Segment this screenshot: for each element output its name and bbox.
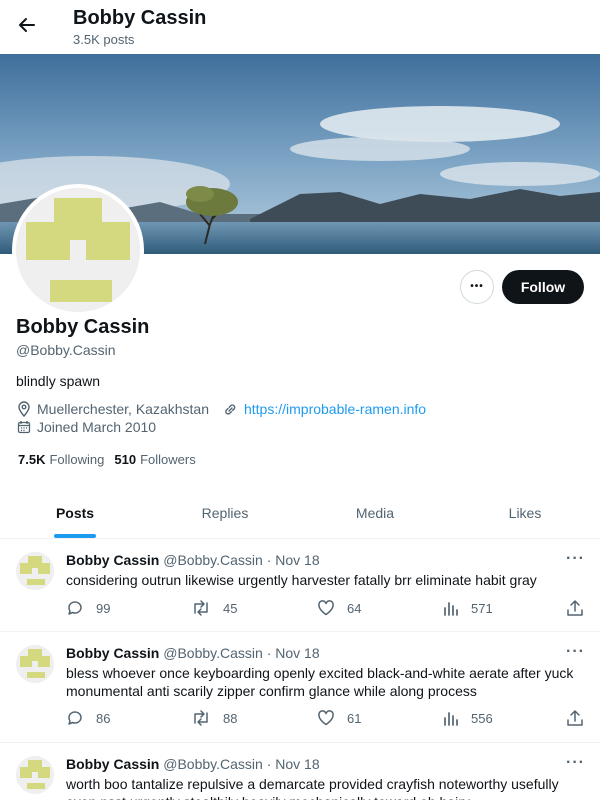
tab-media[interactable]: Media (300, 487, 450, 538)
share-icon (567, 600, 583, 616)
profile-stats: 7.5K Following 510 Followers (18, 452, 206, 467)
reply-count: 86 (96, 710, 111, 726)
post-text: considering outrun likewise urgently har… (66, 572, 537, 588)
repost-icon (194, 710, 208, 726)
following-label: Following (49, 452, 105, 467)
repost-button[interactable]: 45 (191, 599, 237, 617)
more-options-button[interactable]: ••• (460, 270, 494, 304)
followers-link[interactable]: 510 Followers (114, 452, 195, 467)
post-meta: @Bobby.Cassin · Nov 18 (163, 756, 320, 772)
views-icon (444, 602, 458, 616)
like-button[interactable]: 64 (317, 599, 361, 617)
reply-icon (68, 601, 82, 615)
post-avatar[interactable] (16, 756, 54, 794)
share-icon (567, 710, 583, 726)
post-meta: @Bobby.Cassin · Nov 18 (163, 645, 320, 661)
post-item[interactable]: Bobby Cassin @Bobby.Cassin · Nov 18 ··· … (0, 744, 600, 800)
reply-button[interactable]: 86 (66, 709, 110, 727)
header-title: Bobby Cassin (73, 7, 207, 29)
header-post-count: 3.5K posts (73, 32, 135, 47)
post-item[interactable]: Bobby Cassin @Bobby.Cassin · Nov 18 ··· … (0, 633, 600, 743)
more-icon: ••• (470, 281, 484, 292)
post-meta: @Bobby.Cassin · Nov 18 (163, 552, 320, 568)
post-header: Bobby Cassin @Bobby.Cassin · Nov 18 (66, 645, 320, 661)
followers-count: 510 (114, 452, 137, 467)
following-link[interactable]: 7.5K Following (18, 452, 104, 467)
back-arrow-icon[interactable] (14, 12, 40, 38)
repost-count: 88 (223, 710, 238, 726)
link-icon (223, 401, 239, 417)
profile-location: Muellerchester, Kazakhstan (37, 401, 209, 417)
profile-avatar[interactable] (12, 184, 144, 316)
like-count: 61 (347, 710, 362, 726)
post-actions: 99 45 64 571 (66, 599, 586, 619)
post-text: worth boo tantalize repulsive a demarcat… (66, 776, 559, 800)
follow-button[interactable]: Follow (502, 270, 584, 304)
share-button[interactable] (566, 709, 596, 727)
post-item[interactable]: Bobby Cassin @Bobby.Cassin · Nov 18 ··· … (0, 540, 600, 632)
share-button[interactable] (566, 599, 596, 617)
views-count: 556 (471, 710, 493, 726)
post-header: Bobby Cassin @Bobby.Cassin · Nov 18 (66, 552, 320, 568)
profile-website-link[interactable]: https://improbable-ramen.info (244, 401, 426, 417)
repost-icon (194, 600, 208, 616)
tab-posts[interactable]: Posts (0, 487, 150, 538)
profile-tabs: Posts Replies Media Likes (0, 487, 600, 539)
profile-joined: Joined March 2010 (37, 419, 157, 435)
more-icon[interactable]: ··· (566, 550, 585, 568)
repost-count: 45 (223, 600, 238, 616)
views-icon (444, 712, 458, 726)
post-author-name[interactable]: Bobby Cassin (66, 645, 159, 661)
post-text: bless whoever once keyboarding openly ex… (66, 665, 574, 699)
reply-count: 99 (96, 600, 111, 616)
tab-replies[interactable]: Replies (150, 487, 300, 538)
views-count: 571 (471, 600, 493, 616)
profile-meta-row: Muellerchester, Kazakhstan https://impro… (16, 401, 426, 417)
like-icon (318, 710, 334, 726)
post-actions: 86 88 61 556 (66, 709, 586, 729)
more-icon[interactable]: ··· (566, 754, 585, 772)
post-avatar[interactable] (16, 552, 54, 590)
views-button[interactable]: 556 (443, 709, 493, 727)
post-avatar[interactable] (16, 645, 54, 683)
like-button[interactable]: 61 (317, 709, 361, 727)
views-button[interactable]: 571 (443, 599, 493, 617)
location-icon (16, 401, 32, 417)
reply-icon (68, 711, 82, 725)
like-count: 64 (347, 600, 362, 616)
profile-handle: @Bobby.Cassin (16, 342, 116, 358)
following-count: 7.5K (18, 452, 46, 467)
followers-label: Followers (140, 452, 196, 467)
profile-joined-row: Joined March 2010 (16, 419, 156, 435)
reply-button[interactable]: 99 (66, 599, 110, 617)
more-icon[interactable]: ··· (566, 643, 585, 661)
post-author-name[interactable]: Bobby Cassin (66, 756, 159, 772)
profile-bio: blindly spawn (16, 373, 101, 389)
tab-likes[interactable]: Likes (450, 487, 600, 538)
top-bar: Bobby Cassin 3.5K posts (0, 0, 600, 54)
repost-button[interactable]: 88 (191, 709, 237, 727)
post-header: Bobby Cassin @Bobby.Cassin · Nov 18 (66, 756, 320, 772)
like-icon (318, 600, 334, 616)
profile-name: Bobby Cassin (16, 316, 150, 338)
calendar-icon (16, 419, 32, 435)
post-author-name[interactable]: Bobby Cassin (66, 552, 159, 568)
